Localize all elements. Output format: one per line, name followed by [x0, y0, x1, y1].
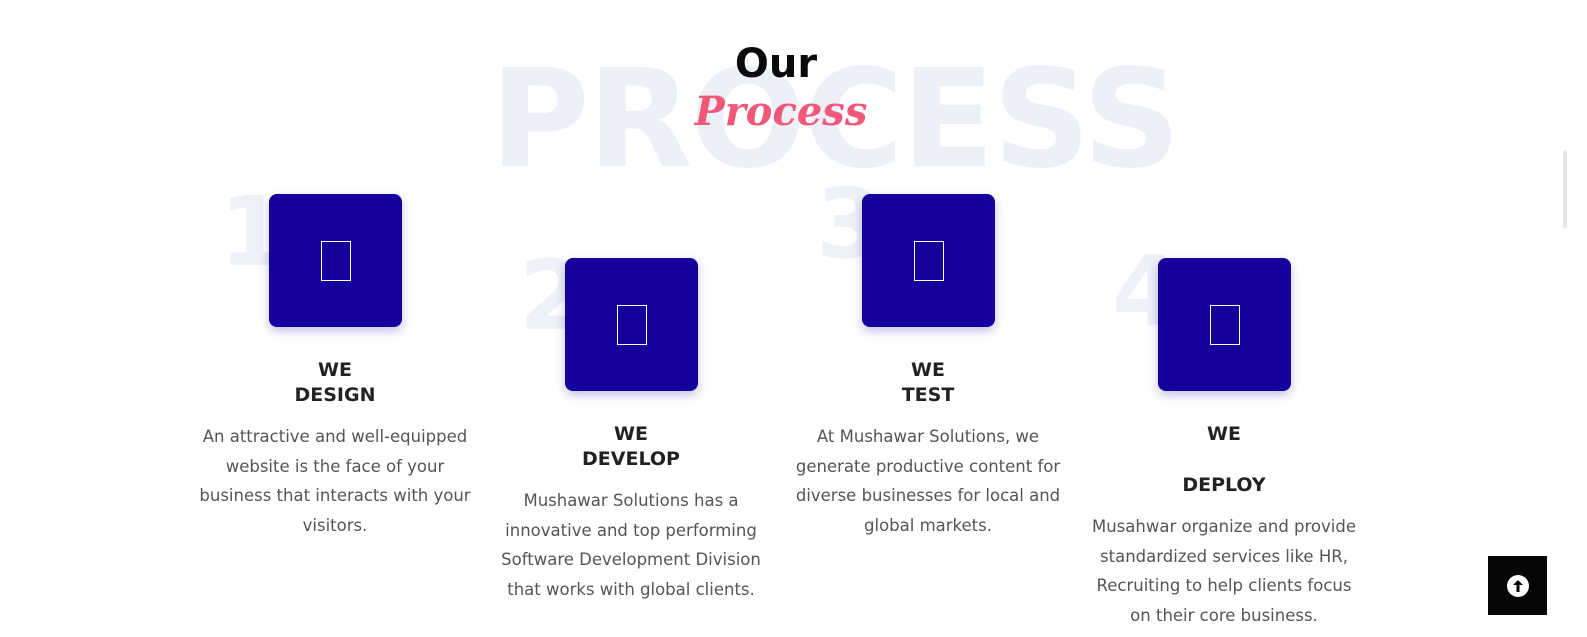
process-step-test: 3 WE TEST At Mushawar Solutions, we gene…: [778, 176, 1078, 560]
scrollbar-thumb[interactable]: [1563, 150, 1567, 228]
step-description: An attractive and well-equipped website …: [199, 427, 471, 535]
process-step-design: 1 WE DESIGN An attractive and well-equip…: [185, 180, 485, 560]
process-step-deploy: 4 WE DEPLOY Musahwar organize and provid…: [1074, 244, 1374, 637]
test-icon-box: [862, 194, 995, 327]
process-step-develop: 2 WE DEVELOP Mushawar Solutions has a in…: [481, 244, 781, 624]
develop-icon-box: [565, 258, 698, 391]
step-title: WE DEVELOP: [582, 423, 680, 470]
step-title: WE DEPLOY: [1182, 423, 1266, 496]
deploy-icon: [1209, 304, 1240, 345]
design-icon-box: [269, 194, 402, 327]
step-title: WE TEST: [901, 359, 955, 406]
test-icon: [913, 240, 944, 281]
process-section: PROCESS Our Process 1 WE DESIGN An attra…: [0, 0, 1587, 637]
step-description: Musahwar organize and provide standardiz…: [1091, 517, 1357, 625]
section-title-accent: Process: [694, 88, 868, 135]
develop-icon: [616, 304, 647, 345]
step-description: Mushawar Solutions has a innovative and …: [501, 491, 761, 599]
deploy-icon-box: [1158, 258, 1291, 391]
step-description: At Mushawar Solutions, we generate produ…: [795, 427, 1061, 535]
arrow-up-circle-icon: [1506, 574, 1529, 597]
scroll-to-top-button[interactable]: [1488, 556, 1547, 615]
design-icon: [320, 240, 351, 281]
section-title: Our: [734, 41, 818, 87]
step-title: WE DESIGN: [294, 359, 376, 406]
